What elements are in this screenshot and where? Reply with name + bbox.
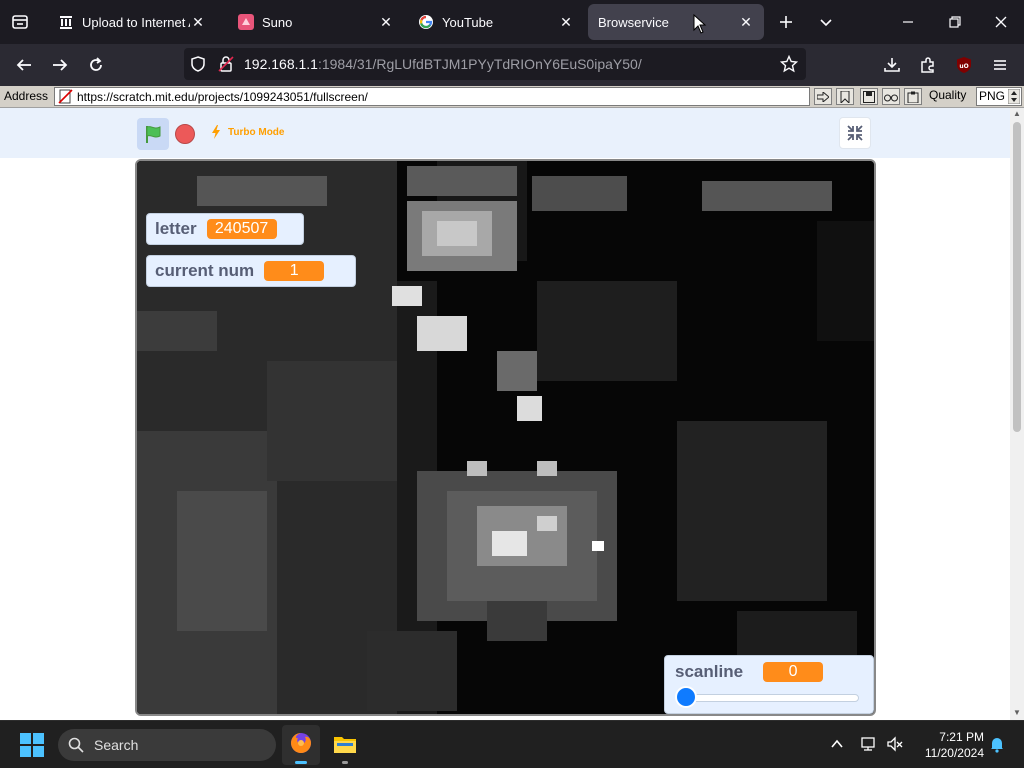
monitor-value: 1	[264, 261, 325, 281]
svg-text:uO: uO	[959, 63, 968, 70]
spinner-arrows-icon[interactable]	[1008, 89, 1020, 104]
quality-select[interactable]: PNG	[976, 87, 1022, 106]
back-arrow-icon[interactable]	[12, 53, 36, 77]
tab-title: Suno	[262, 14, 293, 30]
firefox-view-icon[interactable]	[8, 10, 32, 34]
url-text[interactable]: 192.168.1.1:1984/31/RgLUfdBTJM1PYyTdRIOn…	[244, 56, 642, 72]
close-window-icon[interactable]	[989, 10, 1013, 34]
suno-icon	[238, 14, 254, 30]
search-icon	[68, 737, 84, 753]
reload-icon[interactable]	[84, 53, 108, 77]
scroll-up-arrow-icon[interactable]: ▲	[1012, 109, 1022, 119]
archive-icon	[58, 14, 74, 30]
taskbar-firefox-button[interactable]	[282, 725, 320, 765]
tab-title: Upload to Internet Arc	[82, 14, 190, 30]
monitor-label: current num	[155, 261, 255, 280]
quality-label: Quality	[929, 88, 967, 102]
quality-value: PNG	[979, 89, 1006, 103]
tab-title: Browservice	[598, 14, 669, 30]
tab-browservice[interactable]: Browservice ✕	[588, 4, 764, 40]
scroll-down-arrow-icon[interactable]: ▼	[1012, 708, 1022, 718]
bookmark-star-icon[interactable]	[779, 54, 799, 78]
monitor-label: scanline	[675, 662, 744, 681]
stop-button[interactable]	[175, 124, 195, 144]
variable-monitor-letter: letter 240507	[146, 213, 304, 245]
firefox-icon	[291, 733, 311, 753]
web-page: Turbo Mode letter 240507 current num 1 s…	[0, 108, 1024, 720]
remote-address-text: https://scratch.mit.edu/projects/1099243…	[77, 90, 368, 104]
mouse-cursor-icon	[693, 14, 707, 34]
notification-bell-icon[interactable]	[988, 735, 1006, 758]
close-tab-icon[interactable]: ✕	[378, 14, 394, 30]
scrollbar-thumb[interactable]	[1013, 122, 1021, 432]
green-flag-button[interactable]	[137, 118, 169, 150]
url-host: 192.168.1.1	[244, 56, 318, 72]
tab-youtube[interactable]: YouTube ✕	[408, 4, 584, 40]
variable-monitor-scanline: scanline 0	[664, 655, 874, 714]
insecure-page-icon	[58, 89, 73, 104]
green-flag-icon	[146, 126, 161, 143]
shield-icon[interactable]	[190, 56, 206, 77]
chevron-up-icon[interactable]	[830, 737, 844, 756]
url-bar[interactable]: 192.168.1.1:1984/31/RgLUfdBTJM1PYyTdRIOn…	[184, 48, 806, 80]
minimize-icon[interactable]	[896, 10, 920, 34]
scratch-controls-bar: Turbo Mode	[0, 108, 1010, 158]
remote-address-field[interactable]: https://scratch.mit.edu/projects/1099243…	[54, 87, 810, 106]
clock-date: 11/20/2024	[924, 746, 984, 760]
bookmark-icon[interactable]	[836, 88, 854, 105]
remote-address-strip: Address https://scratch.mit.edu/projects…	[0, 86, 1024, 108]
forward-arrow-icon[interactable]	[48, 53, 72, 77]
search-placeholder: Search	[94, 737, 139, 753]
tab-suno[interactable]: Suno ✕	[228, 4, 404, 40]
scratch-stage[interactable]: letter 240507 current num 1 scanline 0	[135, 159, 876, 716]
folder-icon	[334, 737, 356, 753]
monitor-value: 0	[763, 662, 824, 682]
google-icon	[418, 14, 434, 30]
address-label: Address	[4, 89, 49, 103]
close-tab-icon[interactable]: ✕	[738, 14, 754, 30]
tab-internet-archive[interactable]: Upload to Internet Arc ✕	[48, 4, 216, 40]
find-binoculars-icon[interactable]	[882, 88, 900, 105]
unfullscreen-icon	[847, 125, 863, 141]
volume-muted-icon[interactable]	[886, 735, 904, 758]
clock-time: 7:21 PM	[939, 730, 984, 744]
monitor-label: letter	[155, 219, 197, 238]
scanline-slider[interactable]	[675, 686, 863, 708]
downloads-icon[interactable]	[880, 53, 904, 77]
go-arrow-icon[interactable]	[814, 88, 832, 105]
tab-bar: Upload to Internet Arc ✕ Suno ✕ YouTube …	[0, 0, 1024, 44]
windows-start-icon[interactable]	[20, 733, 44, 762]
new-tab-icon[interactable]	[774, 10, 798, 34]
save-disk-icon[interactable]	[860, 88, 878, 105]
navigation-bar: 192.168.1.1:1984/31/RgLUfdBTJM1PYyTdRIOn…	[0, 44, 1024, 86]
clipboard-icon[interactable]	[904, 88, 922, 105]
close-tab-icon[interactable]: ✕	[190, 14, 206, 30]
close-tab-icon[interactable]: ✕	[558, 14, 574, 30]
slider-track	[679, 694, 859, 702]
lightning-icon	[212, 125, 220, 139]
taskbar-search-box[interactable]: Search	[58, 729, 276, 761]
exit-fullscreen-button[interactable]	[839, 117, 871, 149]
extensions-icon[interactable]	[916, 53, 940, 77]
windows-taskbar: Search 7:21 PM 11/20/2024	[0, 720, 1024, 768]
chevron-down-icon[interactable]	[814, 10, 838, 34]
restore-icon[interactable]	[943, 10, 967, 34]
variable-monitor-current-num: current num 1	[146, 255, 356, 287]
monitor-value: 240507	[206, 219, 277, 239]
network-icon[interactable]	[860, 735, 878, 758]
ublock-origin-icon[interactable]: uO	[952, 53, 976, 77]
system-clock[interactable]: 7:21 PM 11/20/2024	[914, 729, 984, 761]
turbo-mode-label: Turbo Mode	[228, 127, 285, 138]
slider-knob[interactable]	[675, 686, 697, 708]
page-scrollbar[interactable]: ▲ ▼	[1010, 108, 1024, 720]
url-path: :1984/31/RgLUfdBTJM1PYyTdRIOnY6EuS0ipaY5…	[317, 56, 642, 72]
taskbar-file-explorer-button[interactable]	[326, 725, 364, 765]
menu-hamburger-icon[interactable]	[988, 53, 1012, 77]
insecure-lock-icon[interactable]	[218, 55, 234, 78]
tab-title: YouTube	[442, 14, 494, 30]
